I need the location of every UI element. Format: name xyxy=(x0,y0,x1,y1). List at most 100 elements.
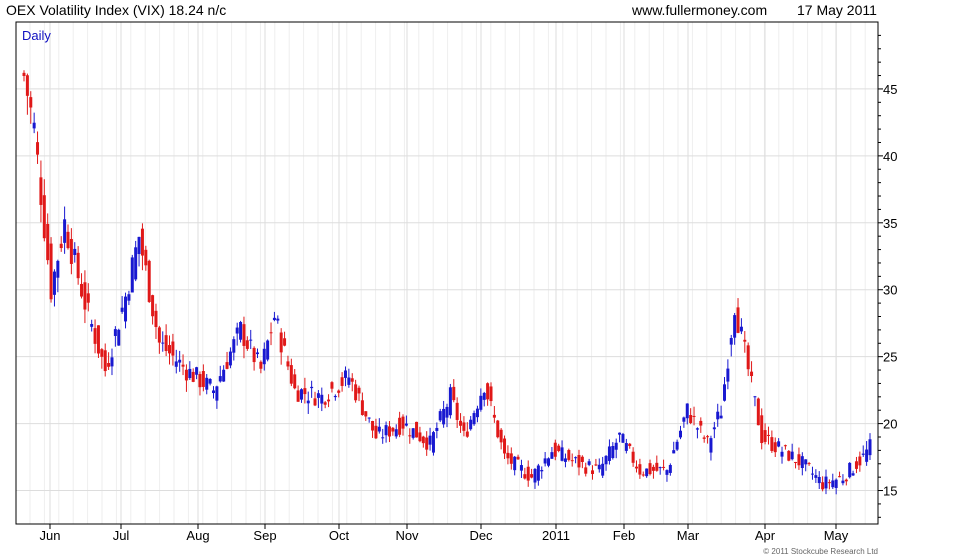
candle-body xyxy=(377,426,381,432)
candle-body xyxy=(25,75,29,96)
candle-body xyxy=(320,394,324,404)
candle-body xyxy=(824,476,828,489)
vix-chart: Daily 15 20 25 30 35 40 45 Jun Jul Aug Sep Oct Nov D… xyxy=(15,21,897,556)
candle-body xyxy=(337,390,341,393)
candle-body xyxy=(313,398,317,406)
candle-body xyxy=(69,238,73,264)
candle-body xyxy=(577,455,581,468)
candle-body xyxy=(570,460,574,462)
candle-body xyxy=(333,395,337,398)
candle-body xyxy=(672,450,676,454)
candle-body xyxy=(174,361,178,367)
candle-body xyxy=(56,260,60,278)
y-tick-label: 40 xyxy=(883,149,897,164)
candle-body xyxy=(553,442,557,457)
candle-body xyxy=(482,392,486,400)
candle-body xyxy=(438,411,442,421)
candle-body xyxy=(394,429,398,437)
candle-body xyxy=(503,438,507,454)
candle-body xyxy=(662,466,666,468)
candle-body xyxy=(154,310,158,328)
candle-body xyxy=(259,361,263,369)
candle-body xyxy=(665,470,669,475)
candle-body xyxy=(157,327,161,343)
x-tick-label: Oct xyxy=(329,528,350,543)
x-tick-label: Sep xyxy=(253,528,276,543)
candle-body xyxy=(729,338,733,345)
candle-body xyxy=(689,415,693,423)
candle-body xyxy=(547,458,551,466)
candle-body xyxy=(86,293,90,303)
x-tick-label: Nov xyxy=(395,528,419,543)
x-tick-label: 2011 xyxy=(542,528,570,543)
candle-body xyxy=(790,451,794,460)
candle-body xyxy=(283,338,287,346)
candle-body xyxy=(607,446,611,461)
candle-body xyxy=(147,260,151,302)
candle-body xyxy=(418,432,422,442)
candle-body xyxy=(658,467,662,469)
candle-body xyxy=(716,411,720,420)
candle-body xyxy=(421,436,425,444)
candle-body xyxy=(272,317,276,321)
x-tick-label: Jun xyxy=(40,528,61,543)
x-tick-label: Aug xyxy=(186,528,209,543)
chart-grid xyxy=(16,22,878,524)
candle-body xyxy=(323,402,327,405)
candle-body xyxy=(22,72,26,76)
candle-body xyxy=(499,429,503,443)
candle-body xyxy=(52,271,56,295)
candle-body xyxy=(810,473,814,475)
candle-body xyxy=(465,431,469,437)
candle-body xyxy=(39,177,43,205)
candle-body xyxy=(107,363,111,367)
candle-body xyxy=(391,427,395,432)
candle-body xyxy=(293,374,297,389)
candle-body xyxy=(851,473,855,476)
candle-body xyxy=(706,436,710,438)
y-axis: 15 20 25 30 35 40 45 xyxy=(878,34,897,518)
candle-body xyxy=(96,325,100,354)
candle-body xyxy=(709,438,713,453)
candle-body xyxy=(286,361,290,367)
candle-body xyxy=(316,393,320,398)
candle-body xyxy=(563,458,567,462)
candle-body xyxy=(804,459,808,465)
candle-body xyxy=(519,465,523,471)
candle-body xyxy=(266,340,270,360)
candle-body xyxy=(800,456,804,469)
candle-body xyxy=(201,371,205,387)
candle-body xyxy=(682,417,686,422)
candle-body xyxy=(178,359,182,363)
candle-body xyxy=(73,248,77,255)
candle-body xyxy=(299,389,303,400)
candle-body xyxy=(354,384,358,401)
candle-body xyxy=(496,420,500,438)
candle-body xyxy=(638,464,642,475)
candle-body xyxy=(46,223,50,261)
candle-body xyxy=(479,395,483,410)
candle-body xyxy=(469,419,473,430)
y-tick-label: 45 xyxy=(883,82,897,97)
candle-body xyxy=(228,351,232,366)
candle-body xyxy=(127,294,131,301)
candle-body xyxy=(415,421,419,438)
y-tick-label: 35 xyxy=(883,216,897,231)
candle-body xyxy=(750,371,754,377)
candle-body xyxy=(188,368,192,378)
candle-body xyxy=(777,441,781,447)
candle-body xyxy=(124,296,128,322)
candles xyxy=(22,70,872,495)
candle-body xyxy=(130,257,134,293)
candle-body xyxy=(340,377,344,386)
candle-body xyxy=(462,422,466,431)
candle-body xyxy=(140,228,144,256)
candle-body xyxy=(509,453,513,464)
candle-body xyxy=(736,307,740,333)
candle-body xyxy=(604,455,608,465)
candle-body xyxy=(232,339,236,353)
candle-body xyxy=(208,379,212,384)
candle-body xyxy=(628,443,632,447)
candle-body xyxy=(631,451,635,463)
candle-body xyxy=(594,464,598,466)
